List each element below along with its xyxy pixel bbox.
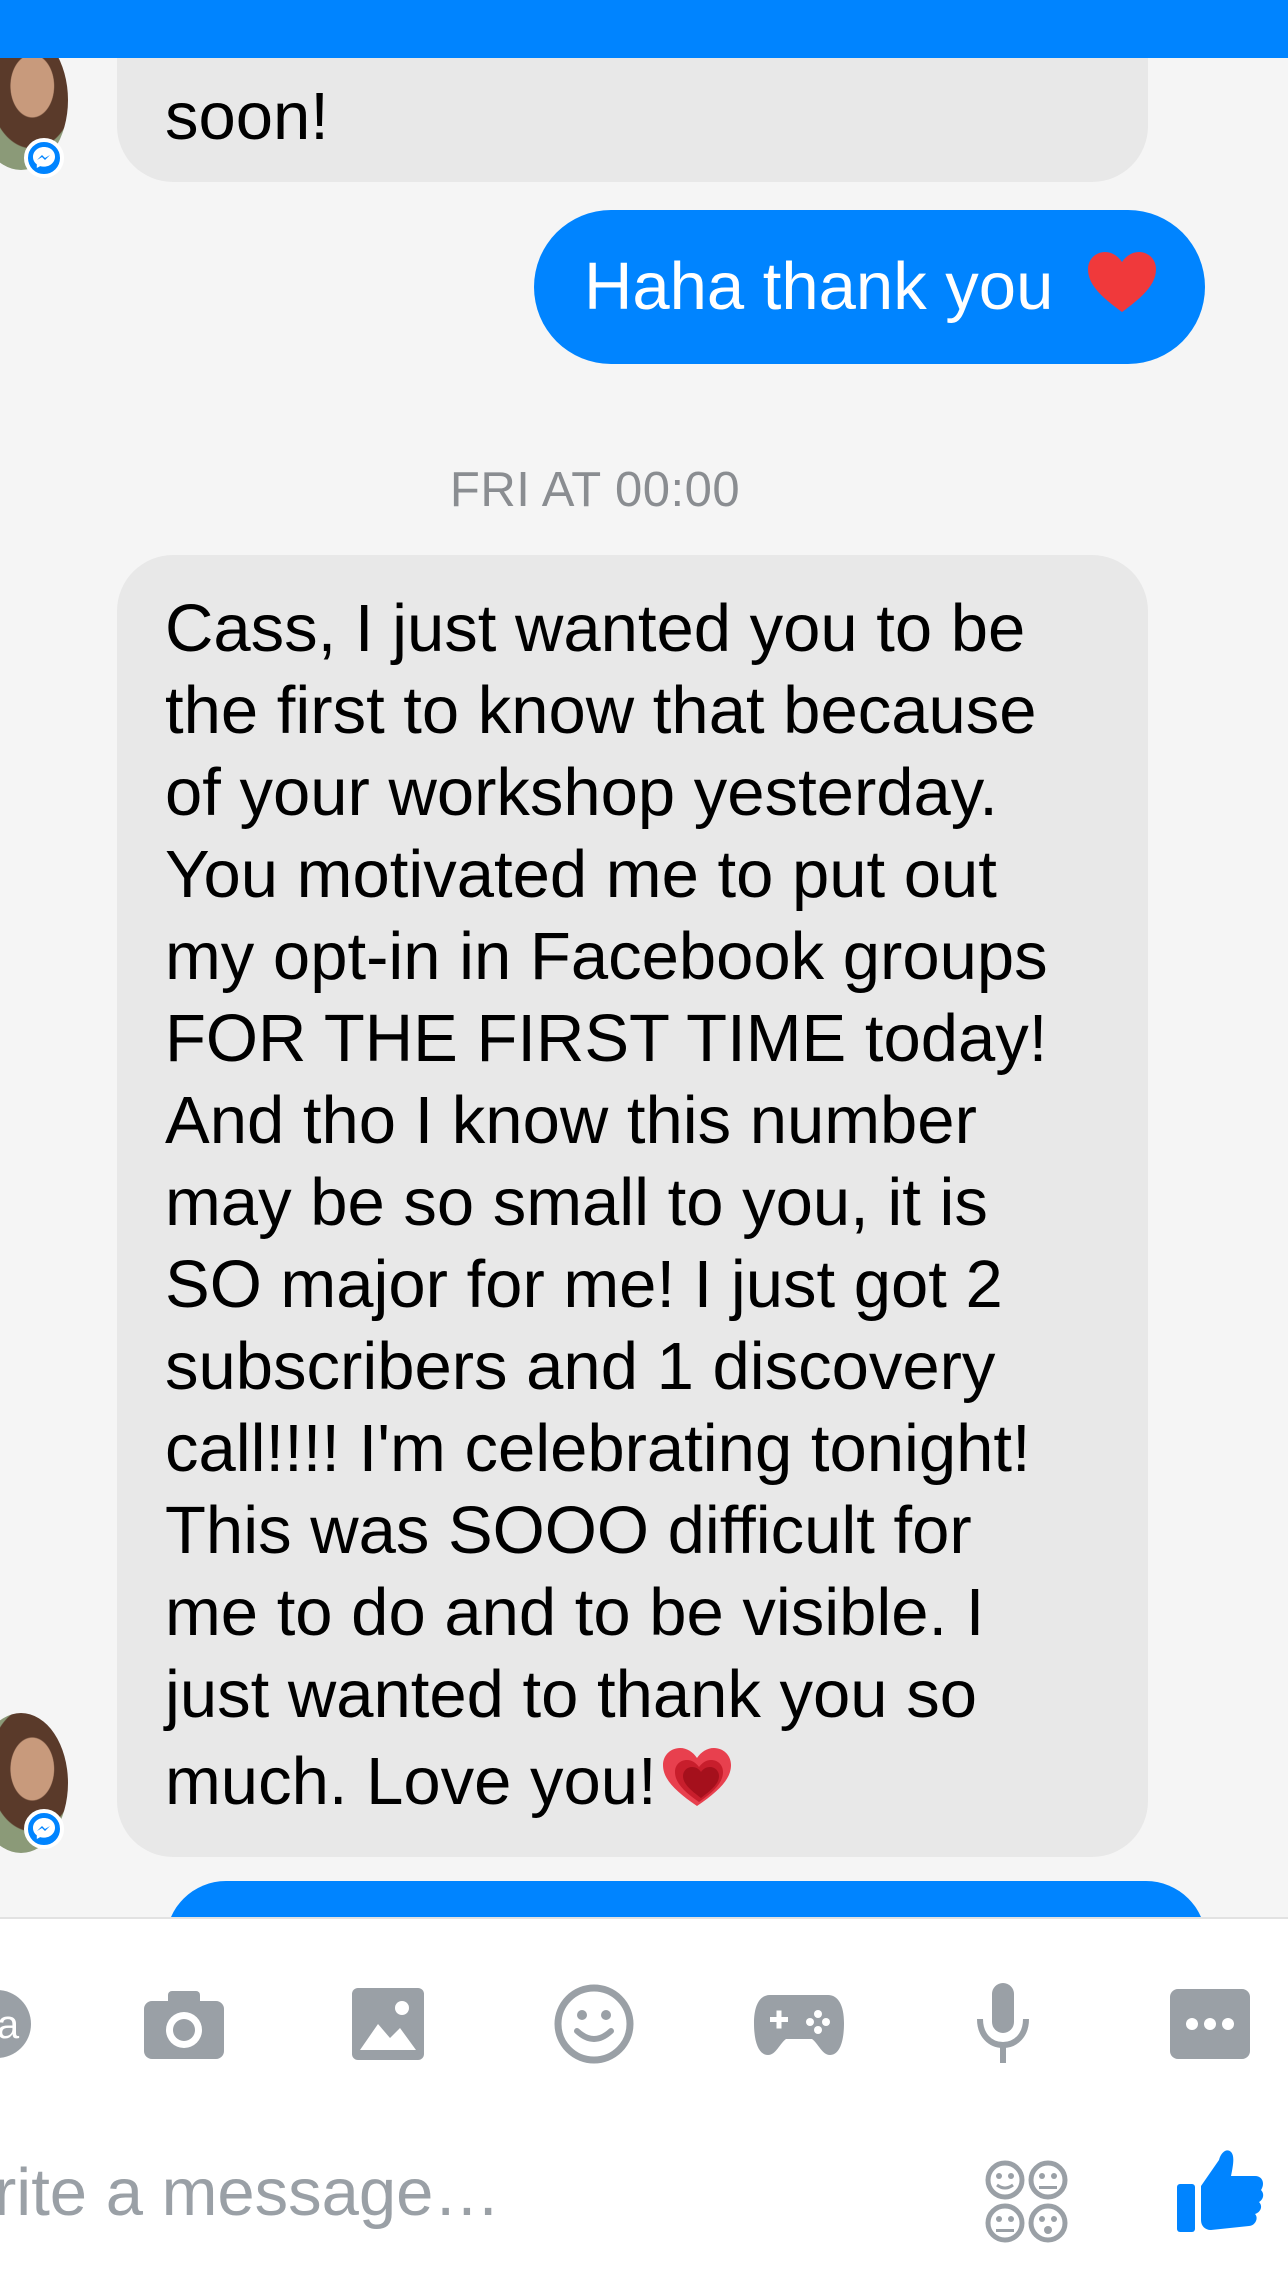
timestamp: FRI AT 00:00 (449, 463, 741, 517)
message-line: SO major for me! I just got 2 (165, 1247, 1003, 1322)
svg-text:a: a (0, 2003, 20, 2047)
message-body: Cass, I just wanted you to be the first … (165, 588, 1165, 1828)
camera-icon[interactable] (142, 1979, 226, 2069)
messenger-badge-icon (24, 138, 64, 178)
message-line: may be so small to you, it is (165, 1165, 988, 1240)
message-line: just wanted to thank you so (165, 1657, 977, 1732)
composer-toolbar: a (0, 1979, 1288, 2069)
heart-emoji-icon (1086, 250, 1158, 334)
more-icon[interactable] (1168, 1979, 1252, 2069)
message-line: FOR THE FIRST TIME today! (165, 1001, 1048, 1076)
top-bar (0, 0, 1288, 58)
thumbs-up-icon[interactable] (1175, 2146, 1265, 2236)
emoji-icon[interactable] (553, 1979, 635, 2069)
message-line: This was SOOO difficult for (165, 1493, 972, 1568)
heart-emoji-icon (661, 1742, 733, 1834)
message-line: call!!!! I'm celebrating tonight! (165, 1411, 1031, 1486)
message-text: soon! (165, 79, 329, 154)
message-composer: rite a message… (0, 2130, 1288, 2260)
outgoing-message-bubble[interactable] (166, 1881, 1206, 1917)
stickers-icon[interactable] (985, 2160, 1069, 2244)
message-line: of your workshop yesterday. (165, 755, 998, 830)
message-input[interactable]: rite a message… (0, 2154, 500, 2231)
partial-icon[interactable]: a (0, 1979, 34, 2069)
message-line: much. Love you! (165, 1744, 657, 1819)
game-controller-icon[interactable] (752, 1979, 846, 2069)
message-text: Haha thank you (584, 249, 1054, 324)
message-line: And tho I know this number (165, 1083, 977, 1158)
message-line: me to do and to be visible. I (165, 1575, 985, 1650)
message-line: the first to know that because (165, 673, 1037, 748)
messenger-badge-icon (24, 1809, 64, 1849)
microphone-icon[interactable] (972, 1979, 1034, 2069)
message-line: subscribers and 1 discovery (165, 1329, 996, 1404)
gallery-icon[interactable] (350, 1979, 426, 2069)
outgoing-message-bubble[interactable]: Haha thank you (534, 210, 1205, 364)
message-thread[interactable]: soon! Haha thank you FRI AT 00:00 Cass, … (0, 58, 1288, 1917)
message-line: You motivated me to put out (165, 837, 997, 912)
message-line: my opt-in in Facebook groups (165, 919, 1048, 994)
message-line: Cass, I just wanted you to be (165, 591, 1026, 666)
incoming-message-bubble[interactable]: Cass, I just wanted you to be the first … (117, 555, 1148, 1857)
incoming-message-bubble[interactable]: soon! (117, 58, 1148, 182)
